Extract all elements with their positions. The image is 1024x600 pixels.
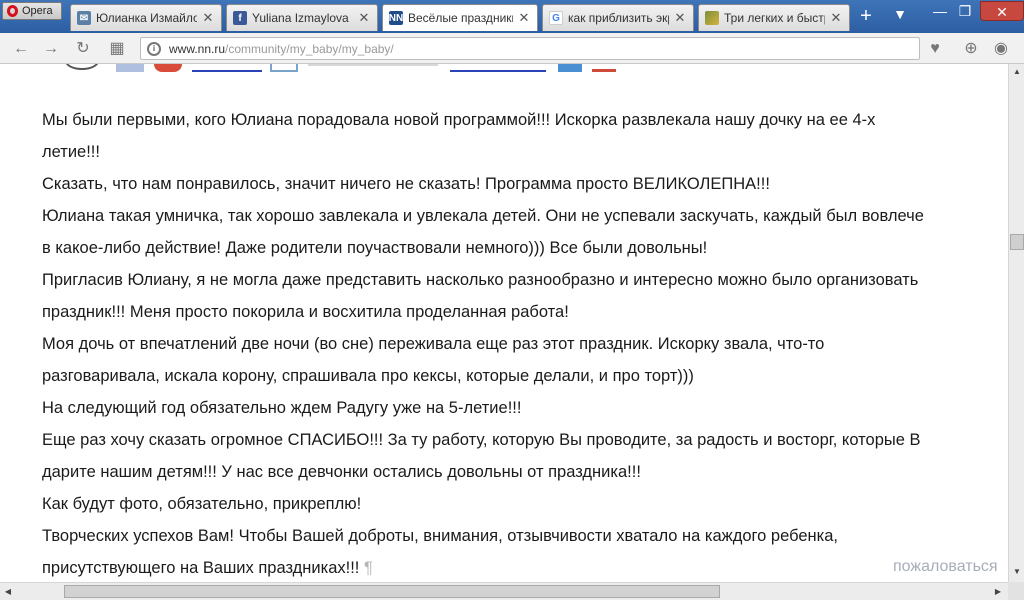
facebook-icon: f [233, 11, 247, 25]
badge-icon [154, 64, 182, 72]
post-line: Моя дочь от впечатлений две ночи (во сне… [42, 335, 825, 353]
tab-facebook[interactable]: f Yuliana Izmaylova ✕ [226, 4, 378, 31]
tab-label: Юлианка Измайлова [96, 11, 197, 25]
scroll-up-icon[interactable]: ▲ [1009, 64, 1024, 80]
post-line: Юлиана такая умничка, так хорошо завлека… [42, 207, 924, 225]
url-host: www.nn.ru [169, 41, 226, 56]
opera-menu-label: Opera [22, 5, 53, 17]
post-line: разговаривала, искала корону, спрашивала… [42, 367, 694, 385]
post-line-text: присутствующего на Ваших праздниках!!! [42, 559, 360, 577]
tab-label: как приблизить экр [568, 11, 669, 25]
reload-icon[interactable]: ↻ [72, 38, 94, 60]
back-arrow-icon[interactable]: ← [10, 38, 32, 60]
message-icon[interactable] [270, 64, 298, 72]
navigation-bar: ← → ↻ ▦ i www.nn.ru/community/my_baby/my… [0, 33, 1024, 64]
nn-icon: NN [388, 11, 404, 25]
tab-menu-button[interactable]: ▼ [889, 6, 911, 26]
post-meta-row-partial [60, 64, 620, 74]
tab-image[interactable]: Три легких и быстр ✕ [698, 4, 850, 31]
rating-icon [116, 64, 144, 72]
restore-button[interactable]: ❐ [950, 1, 980, 21]
tab-nn-active[interactable]: NN Весёлые праздники ✕ [382, 4, 538, 31]
post-line: На следующий год обязательно ждем Радугу… [42, 399, 522, 417]
close-window-button[interactable]: ✕ [980, 1, 1024, 21]
post-line: дарите нашим детям!!! У нас все девчонки… [42, 463, 641, 481]
post-line: Сказать, что нам понравилось, значит нич… [42, 175, 770, 193]
post-line: Пригласив Юлиану, я не могла даже предст… [42, 271, 919, 289]
post-date [308, 64, 438, 66]
vertical-scroll-thumb[interactable] [1010, 234, 1024, 250]
close-icon[interactable]: ✕ [829, 10, 843, 26]
opera-logo-icon [7, 5, 18, 17]
url-path: /community/my_baby/my_baby/ [225, 41, 394, 56]
tab-bar: Opera ✉ Юлианка Измайлова ✕ f Yuliana Iz… [0, 0, 1024, 33]
avatar-icon [65, 64, 99, 70]
close-icon[interactable]: ✕ [673, 10, 687, 26]
address-bar[interactable]: i www.nn.ru/community/my_baby/my_baby/ [140, 37, 920, 60]
tab-label: Yuliana Izmaylova [252, 11, 349, 25]
post-line-last: присутствующего на Ваших праздниках!!! ¶ [42, 558, 1008, 578]
pilcrow-icon: ¶ [363, 559, 373, 577]
scroll-left-icon[interactable]: ◀ [0, 584, 16, 600]
vertical-scrollbar[interactable]: ▲ ▼ [1008, 64, 1024, 582]
horizontal-scroll-thumb[interactable] [64, 585, 720, 598]
google-icon: G [549, 11, 563, 25]
heart-bookmark-icon[interactable]: ♥ [924, 38, 946, 60]
tab-vk[interactable]: ✉ Юлианка Измайлова ✕ [70, 4, 222, 31]
tab-google[interactable]: G как приблизить экр ✕ [542, 4, 694, 31]
scroll-down-icon[interactable]: ▼ [1009, 564, 1024, 580]
post-line: Мы были первыми, кого Юлиана порадовала … [42, 111, 876, 129]
scrollbar-corner [1008, 582, 1024, 600]
forward-arrow-icon[interactable]: → [40, 38, 62, 60]
edit-icon[interactable] [592, 64, 616, 72]
scroll-right-icon[interactable]: ▶ [990, 584, 1006, 600]
speed-dial-grid-icon[interactable]: ▦ [106, 38, 128, 60]
download-icon[interactable]: ⊕ [960, 38, 982, 60]
new-tab-button[interactable]: + [856, 5, 876, 27]
author-link[interactable] [192, 64, 262, 72]
post-line: Еще раз хочу сказать огромное СПАСИБО!!!… [42, 431, 921, 449]
close-icon[interactable]: ✕ [357, 10, 371, 26]
image-icon [705, 11, 719, 25]
post-line: праздник!!! Меня просто покорила и восхи… [42, 303, 569, 321]
horizontal-scrollbar[interactable]: ◀ ▶ [0, 582, 1008, 600]
reply-link[interactable] [450, 64, 546, 72]
post-line: летие!!! [42, 143, 100, 161]
post-line: в какое-либо действие! Даже родители поу… [42, 239, 708, 257]
opera-menu-button[interactable]: Opera [2, 2, 62, 20]
tab-label: Весёлые праздники [408, 11, 513, 25]
close-icon[interactable]: ✕ [517, 10, 531, 26]
page-content: Мы были первыми, кого Юлиана порадовала … [0, 64, 1008, 582]
close-icon[interactable]: ✕ [201, 10, 215, 26]
post-line: Как будут фото, обязательно, прикреплю! [42, 495, 362, 513]
post-line: Творческих успехов Вам! Чтобы Вашей добр… [42, 527, 838, 545]
share-icon[interactable] [558, 64, 582, 72]
tab-label: Три легких и быстр [724, 11, 825, 25]
site-info-icon[interactable]: i [147, 41, 161, 56]
vk-icon: ✉ [77, 11, 91, 25]
profile-icon[interactable]: ◉ [990, 38, 1012, 60]
report-link[interactable]: пожаловаться [893, 558, 998, 576]
